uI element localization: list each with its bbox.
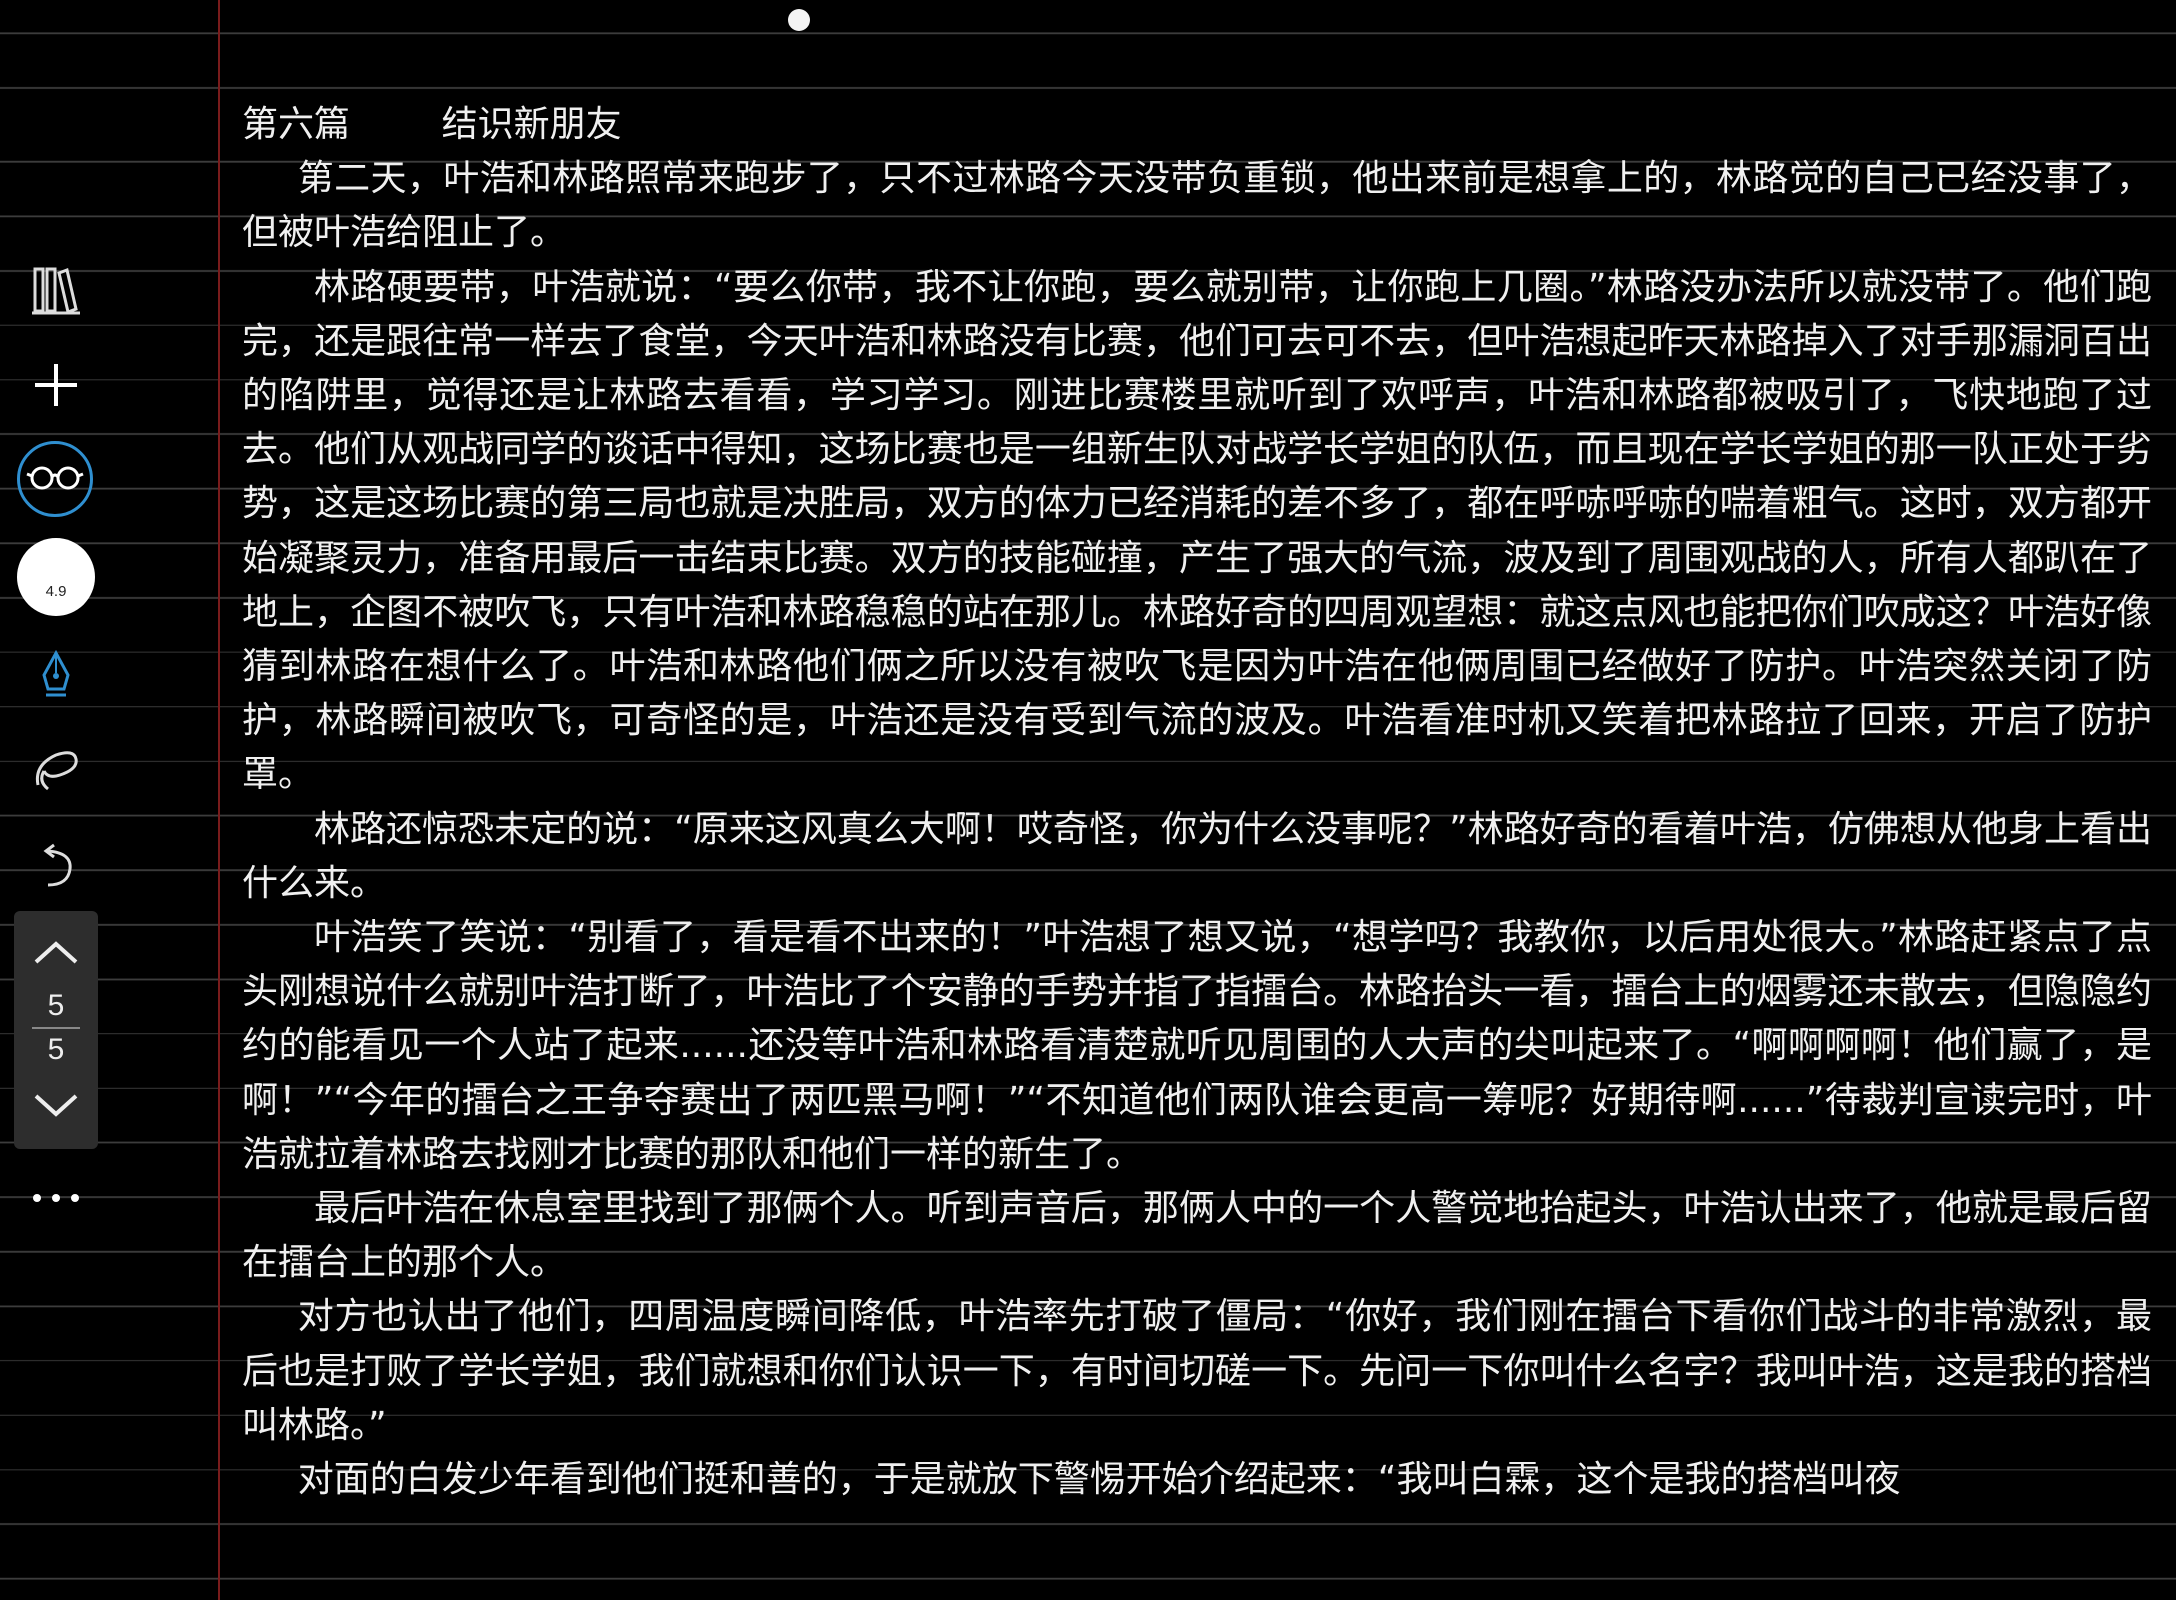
paragraph: 对方也认出了他们，四周温度瞬间降低，叶浩率先打破了僵局：“你好，我们刚在擂台下看… <box>242 1296 2152 1446</box>
lasso-icon <box>30 745 82 795</box>
page-indicator-dot <box>788 9 810 31</box>
paragraph: 叶浩笑了笑说：“别看了，看是看不出来的！”叶浩想了想又说，“想学吗？我教你，以后… <box>242 917 2152 1175</box>
add-icon <box>31 360 81 410</box>
left-toolbar: 4.9 5 5 <box>0 0 112 1600</box>
current-page: 5 <box>47 989 65 1022</box>
add-button[interactable] <box>16 345 96 425</box>
reading-glasses-icon <box>25 462 85 496</box>
page-navigator: 5 5 <box>14 911 98 1149</box>
paragraph: 第二天，叶浩和林路照常来跑步了，只不过林路今天没带负重锁，他出来前是想拿上的，林… <box>242 158 2152 254</box>
page-down-button[interactable] <box>26 1083 86 1133</box>
pen-tool-button[interactable] <box>16 636 96 716</box>
zoom-level: 4.9 <box>45 583 67 600</box>
paragraph: 林路硬要带，叶浩就说：“要么你带，我不让你跑，要么就别带，让你跑上几圈。”林路没… <box>242 266 2152 796</box>
total-pages: 5 <box>47 1033 65 1066</box>
reading-mode-button[interactable] <box>17 441 93 517</box>
library-button[interactable] <box>16 250 96 330</box>
chapter-label: 第六篇 <box>242 104 351 145</box>
pen-icon <box>36 649 76 703</box>
paragraph: 最后叶浩在休息室里找到了那俩个人。听到声音后，那俩人中的一个人警觉地抬起头，叶浩… <box>242 1188 2152 1284</box>
page-up-button[interactable] <box>26 929 86 979</box>
more-button[interactable] <box>16 1158 96 1238</box>
chevron-up-icon <box>32 938 80 970</box>
chapter-heading: 第六篇 结识新朋友 <box>242 98 2152 152</box>
library-icon <box>31 263 81 317</box>
undo-button[interactable] <box>16 826 96 906</box>
paragraph: 林路还惊恐未定的说：“原来这风真么大啊！哎奇怪，你为什么没事呢？”林路好奇的看着… <box>242 808 2152 904</box>
paragraph: 对面的白发少年看到他们挺和善的，于是就放下警惕开始介绍起来：“我叫白霖，这个是我… <box>297 1459 1901 1501</box>
page-divider <box>32 1027 80 1029</box>
document-page[interactable]: 第六篇 结识新朋友 第二天，叶浩和林路照常来跑步了，只不过林路今天没带负重锁，他… <box>242 98 2152 1507</box>
more-icon <box>31 1192 81 1204</box>
chapter-title: 结识新朋友 <box>441 104 622 145</box>
zoom-indicator[interactable]: 4.9 <box>17 538 95 616</box>
chevron-down-icon <box>32 1092 80 1124</box>
lasso-tool-button[interactable] <box>16 730 96 810</box>
undo-icon <box>34 841 78 891</box>
margin-line <box>218 0 220 1600</box>
